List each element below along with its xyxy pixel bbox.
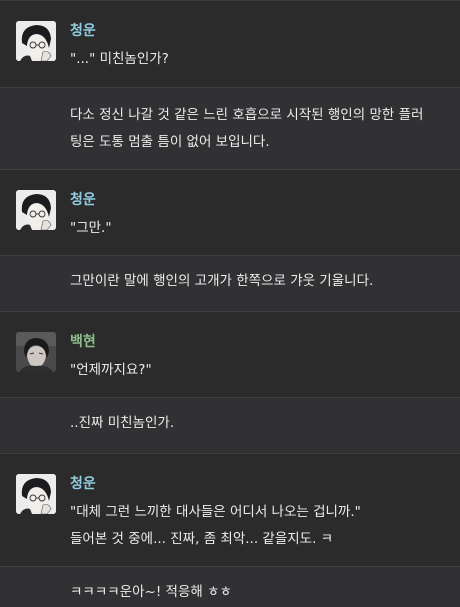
message-baekhyeon: 백현 "언제까지요?" — [0, 312, 460, 398]
narration-block: 그만이란 말에 행인의 고개가 한쪽으로 갸웃 기울니다. — [0, 256, 460, 312]
narration-text: ㅋㅋㅋㅋ운아~! 적응해 ㅎㅎ — [70, 579, 444, 606]
narration-text: 그만이란 말에 행인의 고개가 한쪽으로 갸웃 기울니다. — [70, 268, 444, 295]
message-text: "..." 미친놈인가? — [70, 46, 444, 73]
narration-line: 다소 정신 나갈 것 같은 느린 호흡으로 시작된 행인의 망한 플러 — [70, 107, 424, 123]
message-line: "대체 그런 느끼한 대사들은 어디서 나오는 겁니까." — [70, 504, 361, 520]
narration-line: 팅은 도통 멈출 틈이 없어 보입니다. — [70, 134, 270, 150]
speaker-name: 청운 — [70, 476, 96, 492]
message-cheongun: 청운 "대체 그런 느끼한 대사들은 어디서 나오는 겁니까." 들어본 것 중… — [0, 454, 460, 567]
cheongun-portrait-icon — [16, 474, 56, 514]
narration-line: ㅋㅋㅋㅋ운아~! 적응해 ㅎㅎ — [70, 584, 232, 600]
cheongun-portrait-icon — [16, 21, 56, 61]
narration-line: 그만이란 말에 행인의 고개가 한쪽으로 갸웃 기울니다. — [70, 273, 374, 289]
speaker-name: 청운 — [70, 23, 96, 39]
cheongun-avatar[interactable] — [16, 21, 56, 61]
message-text: "언제까지요?" — [70, 357, 444, 384]
message-cheongun: 청운 "..." 미친놈인가? — [0, 1, 460, 88]
message-line: 들어본 것 중에... 진짜, 좀 최악... 같을지도. ㅋ — [70, 531, 334, 547]
message-line: "그만." — [70, 220, 112, 236]
baekhyeon-avatar[interactable] — [16, 332, 56, 372]
message-text: "대체 그런 느끼한 대사들은 어디서 나오는 겁니까." 들어본 것 중에..… — [70, 499, 444, 553]
narration-text: 다소 정신 나갈 것 같은 느린 호흡으로 시작된 행인의 망한 플러 팅은 도… — [70, 102, 444, 156]
narration-line: ..진짜 미친놈인가. — [70, 415, 175, 431]
cheongun-avatar[interactable] — [16, 190, 56, 230]
chat-feed: 청운 "..." 미친놈인가? 다소 정신 나갈 것 같은 느린 호흡으로 시작… — [0, 0, 460, 607]
baekhyeon-portrait-icon — [16, 332, 56, 372]
narration-block: 다소 정신 나갈 것 같은 느린 호흡으로 시작된 행인의 망한 플러 팅은 도… — [0, 88, 460, 170]
narration-block: ㅋㅋㅋㅋ운아~! 적응해 ㅎㅎ — [0, 567, 460, 607]
narration-text: ..진짜 미친놈인가. — [70, 410, 444, 437]
cheongun-avatar[interactable] — [16, 474, 56, 514]
message-line: "언제까지요?" — [70, 362, 152, 378]
message-cheongun: 청운 "그만." — [0, 170, 460, 256]
message-line: "..." 미친놈인가? — [70, 51, 169, 67]
speaker-name: 백현 — [70, 334, 96, 350]
message-text: "그만." — [70, 215, 444, 242]
cheongun-portrait-icon — [16, 190, 56, 230]
speaker-name: 청운 — [70, 192, 96, 208]
narration-block: ..진짜 미친놈인가. — [0, 398, 460, 454]
